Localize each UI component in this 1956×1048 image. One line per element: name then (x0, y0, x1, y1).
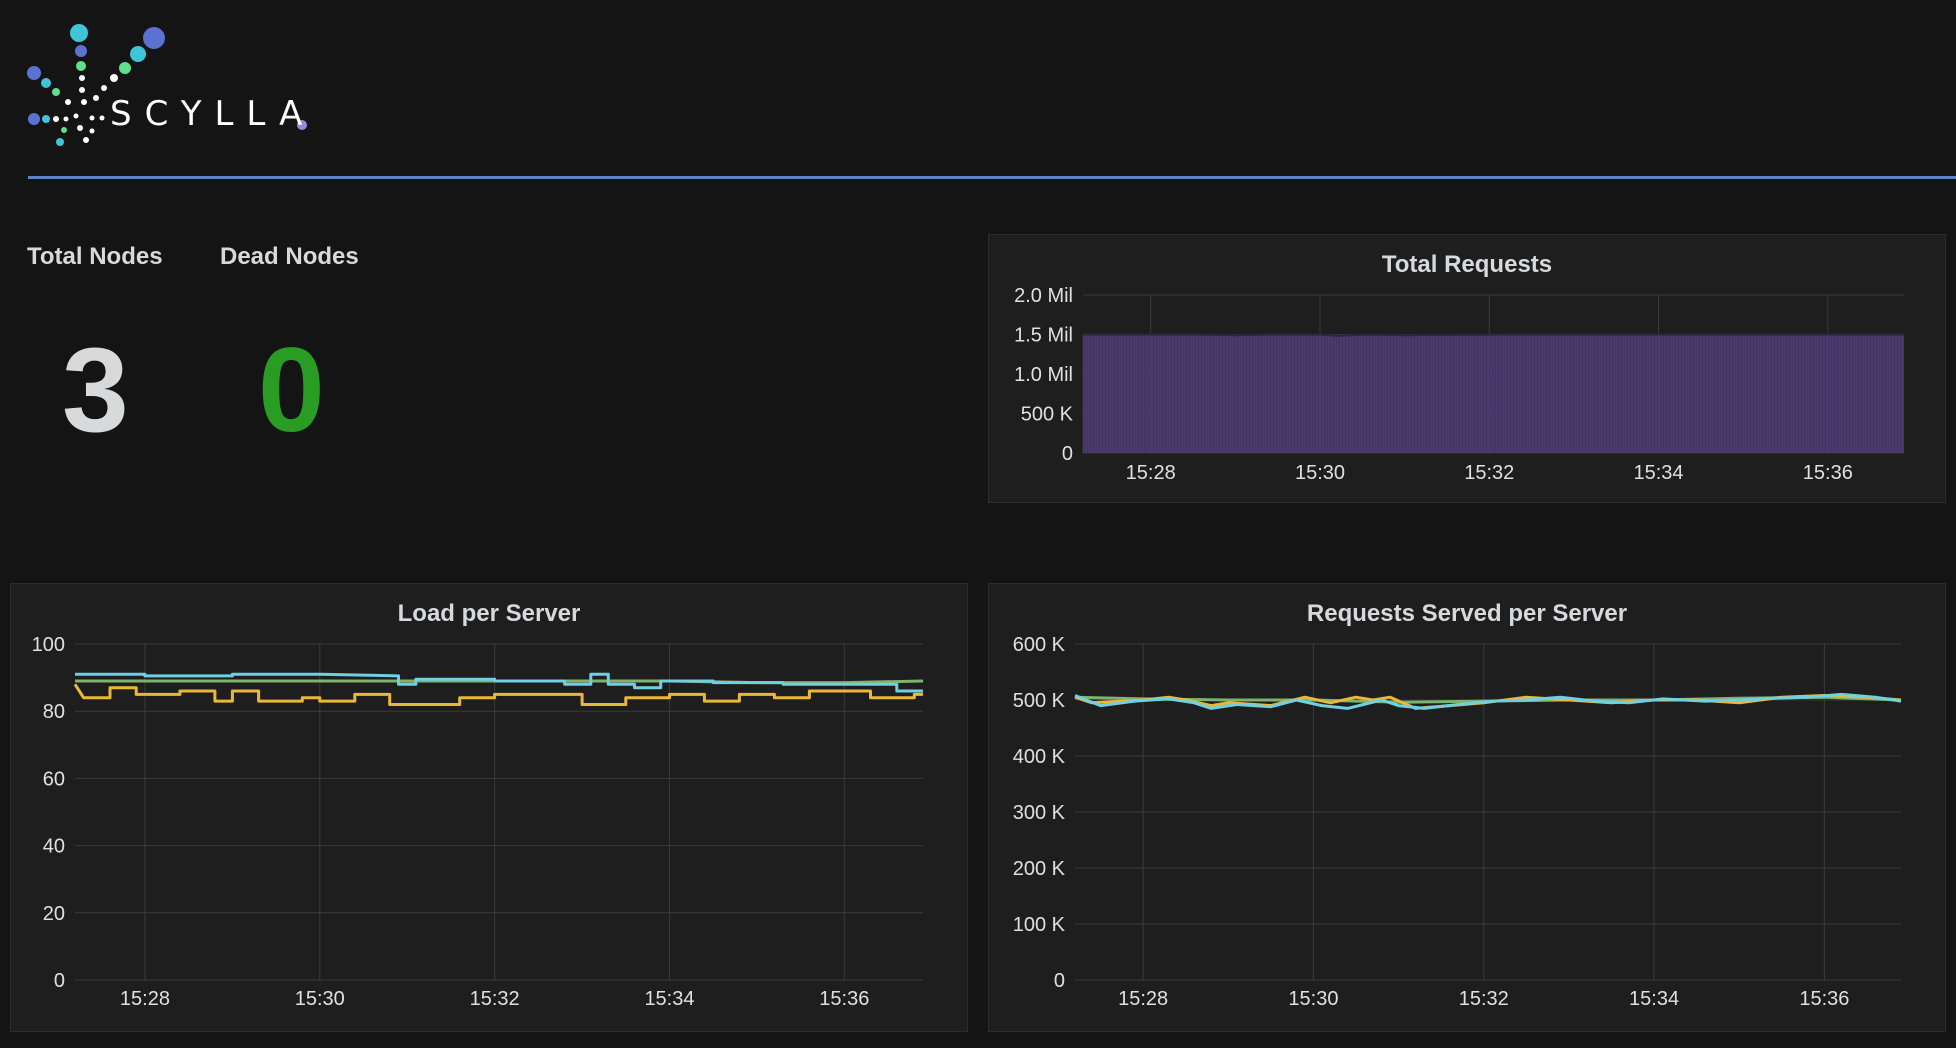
x-tick-label: 15:30 (1288, 988, 1338, 1010)
x-tick-label: 15:32 (1459, 988, 1509, 1010)
y-tick-label: 40 (43, 836, 65, 858)
y-tick-label: 100 (32, 634, 65, 656)
y-tick-label: 2.0 Mil (1014, 285, 1073, 307)
x-tick-label: 15:36 (819, 988, 869, 1010)
total-nodes-value: 3 (62, 323, 129, 457)
x-tick-label: 15:32 (1464, 462, 1514, 484)
x-tick-label: 15:34 (1634, 462, 1684, 484)
y-tick-label: 0 (54, 970, 65, 992)
x-tick-label: 15:34 (644, 988, 694, 1010)
total-requests-chart: 0 500 K 1.0 Mil 1.5 Mil 2.0 Mil 15:28 15:30 15:… (1014, 285, 1904, 484)
x-tick-label: 15:30 (295, 988, 345, 1010)
panel-load-per-server[interactable]: Load per Server 0 20 40 60 80 100 15:28 15:30 15… (10, 583, 968, 1032)
x-tick-label: 15:32 (470, 988, 520, 1010)
x-tick-label: 15:36 (1803, 462, 1853, 484)
requests-served-per-server-chart: 0 100 K 200 K 300 K 400 K 500 K 600 K 15:28 15:3… (1013, 634, 1902, 1010)
x-tick-label: 15:34 (1629, 988, 1679, 1010)
x-tick-label: 15:36 (1799, 988, 1849, 1010)
y-tick-label: 0 (1054, 970, 1065, 992)
line-series-2 (73, 683, 923, 706)
x-tick-label: 15:30 (1295, 462, 1345, 484)
logo-wordmark: SCYLLA (110, 94, 316, 134)
total-nodes-label: Total Nodes (27, 243, 163, 270)
panel-total-requests[interactable]: Total Requests 0 500 K 1.0 Mil 1.5 Mil 2.0 M… (988, 234, 1946, 503)
y-tick-label: 500 K (1021, 404, 1074, 426)
y-tick-label: 20 (43, 903, 65, 925)
y-tick-label: 0 (1062, 443, 1073, 465)
y-tick-label: 1.0 Mil (1014, 364, 1073, 386)
header-divider (28, 176, 1956, 179)
load-per-server-chart: 0 20 40 60 80 100 15:28 15:30 15:32 15:34 15:36 (32, 634, 924, 1010)
dead-nodes-value: 0 (258, 323, 325, 457)
panel-requests-served-per-server[interactable]: Requests Served per Server 0 100 K 200 K 30… (988, 583, 1946, 1032)
y-tick-label: 400 K (1013, 746, 1066, 768)
y-tick-label: 300 K (1013, 802, 1066, 824)
scylla-logo: SCYLLA (22, 18, 322, 153)
y-tick-label: 80 (43, 701, 65, 723)
y-tick-label: 100 K (1013, 914, 1066, 936)
y-tick-label: 60 (43, 768, 65, 790)
x-tick-label: 15:28 (1118, 988, 1168, 1010)
dead-nodes-label: Dead Nodes (220, 243, 359, 270)
y-tick-label: 600 K (1013, 634, 1066, 656)
x-tick-label: 15:28 (1126, 462, 1176, 484)
x-tick-label: 15:28 (120, 988, 170, 1010)
y-tick-label: 500 K (1013, 690, 1066, 712)
y-tick-label: 200 K (1013, 858, 1066, 880)
y-tick-label: 1.5 Mil (1014, 325, 1073, 347)
